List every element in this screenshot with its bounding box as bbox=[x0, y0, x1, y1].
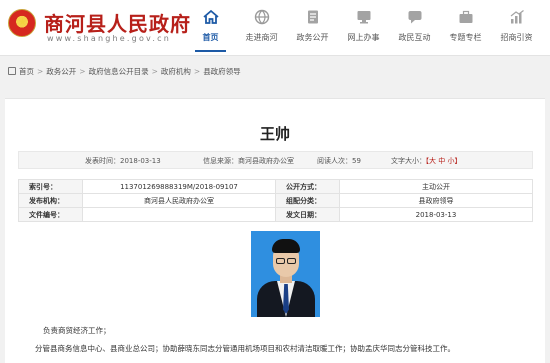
nav-item-investment[interactable]: 招商引资 bbox=[491, 0, 542, 56]
nav-item-online-service[interactable]: 网上办事 bbox=[338, 0, 389, 56]
document-icon bbox=[308, 10, 318, 24]
info-source: 信息来源：商河县政府办公室 bbox=[203, 157, 294, 165]
article-title: 王帅 bbox=[259, 125, 290, 143]
table-cell: 商河县人民政府办公室 bbox=[81, 193, 276, 208]
nav-label: 网上办事 bbox=[347, 33, 380, 42]
nav-label: 政务公开 bbox=[296, 33, 329, 42]
breadcrumb-separator: > bbox=[37, 66, 44, 76]
home-icon bbox=[8, 67, 16, 75]
portrait-hair bbox=[272, 239, 300, 253]
nav-item-interaction[interactable]: 政民互动 bbox=[389, 0, 440, 56]
table-cell: 县政府领导 bbox=[338, 193, 534, 208]
table-cell: 发文日期： bbox=[274, 207, 340, 222]
responsibility-paragraph: 负责商贸经济工作； bbox=[43, 326, 111, 335]
breadcrumb-item[interactable]: 政府信息公开目录 bbox=[89, 66, 149, 77]
article-card: 王帅 发表时间：2018-03-13 信息来源：商河县政府办公室 阅读人次：59… bbox=[5, 98, 545, 363]
nav-label: 招商引资 bbox=[500, 33, 533, 42]
table-row: 文件编号： 发文日期： 2018-03-13 bbox=[18, 207, 534, 222]
nav-item-topics[interactable]: 专题专栏 bbox=[440, 0, 491, 56]
breadcrumb-separator: > bbox=[79, 66, 86, 76]
official-portrait bbox=[251, 231, 320, 317]
font-size-switcher[interactable]: 【大 中 小】 bbox=[422, 156, 461, 166]
breadcrumb-separator: > bbox=[151, 66, 158, 76]
nav-label: 首页 bbox=[202, 33, 219, 42]
nav-item-home[interactable]: 首页 bbox=[185, 0, 236, 56]
breadcrumb-item[interactable]: 政府机构 bbox=[161, 66, 191, 77]
portrait-glasses-right bbox=[287, 258, 296, 264]
monitor-icon bbox=[357, 11, 371, 24]
breadcrumb: 首页 > 政务公开 > 政府信息公开目录 > 政府机构 > 县政府领导 bbox=[0, 64, 550, 78]
table-cell: 2018-03-13 bbox=[338, 207, 534, 222]
breadcrumb-item[interactable]: 政务公开 bbox=[46, 66, 76, 77]
main-nav: 首页 走进商河 政务公开 网上办事 政民互动 专题专栏 招商引资 bbox=[185, 0, 542, 56]
table-cell: 113701269888319M/2018-09107 bbox=[81, 179, 276, 194]
info-table: 索引号： 113701269888319M/2018-09107 公开方式： 主… bbox=[18, 179, 534, 222]
nav-label: 政民互动 bbox=[398, 33, 431, 42]
national-emblem-icon: ★ bbox=[8, 9, 36, 37]
publish-time: 发表时间：2018-03-13 bbox=[85, 157, 161, 165]
breadcrumb-separator: > bbox=[193, 66, 201, 76]
table-row: 发布机构： 商河县人民政府办公室 组配分类： 县政府领导 bbox=[18, 193, 534, 208]
site-url: www.shanghe.gov.cn bbox=[47, 34, 171, 43]
breadcrumb-item[interactable]: 县政府领导 bbox=[203, 66, 241, 77]
chart-icon bbox=[510, 10, 524, 24]
briefcase-icon bbox=[459, 10, 473, 23]
nav-item-about[interactable]: 走进商河 bbox=[236, 0, 287, 56]
table-row: 索引号： 113701269888319M/2018-09107 公开方式： 主… bbox=[18, 179, 534, 194]
nav-item-gov-affairs[interactable]: 政务公开 bbox=[287, 0, 338, 56]
table-cell: 主动公开 bbox=[338, 179, 534, 194]
chat-icon bbox=[408, 11, 422, 24]
table-cell: 索引号： bbox=[18, 179, 83, 194]
site-header: ★ 商河县人民政府 www.shanghe.gov.cn 首页 走进商河 政务公… bbox=[0, 0, 550, 56]
view-count: 阅读人次：59 bbox=[317, 157, 361, 165]
article-meta-bar: 发表时间：2018-03-13 信息来源：商河县政府办公室 阅读人次：59 文字… bbox=[18, 151, 533, 169]
table-cell: 组配分类： bbox=[274, 193, 340, 208]
font-size-label: 文字大小： bbox=[391, 157, 426, 165]
nav-label: 专题专栏 bbox=[449, 33, 482, 42]
home-icon bbox=[203, 9, 219, 24]
table-cell: 发布机构： bbox=[18, 193, 83, 208]
globe-icon bbox=[254, 9, 270, 25]
table-cell: 公开方式： bbox=[274, 179, 340, 194]
site-title[interactable]: 商河县人民政府 bbox=[44, 8, 191, 37]
portrait-glasses-left bbox=[276, 258, 285, 264]
table-cell: 文件编号： bbox=[18, 207, 83, 222]
responsibility-paragraph: 分管县商务信息中心、县商业总公司；协助薛晓东同志分管通用机场项目和农村清洁取暖工… bbox=[35, 344, 455, 353]
nav-label: 走进商河 bbox=[245, 33, 278, 42]
table-cell bbox=[81, 207, 276, 222]
breadcrumb-item[interactable]: 首页 bbox=[19, 66, 34, 77]
